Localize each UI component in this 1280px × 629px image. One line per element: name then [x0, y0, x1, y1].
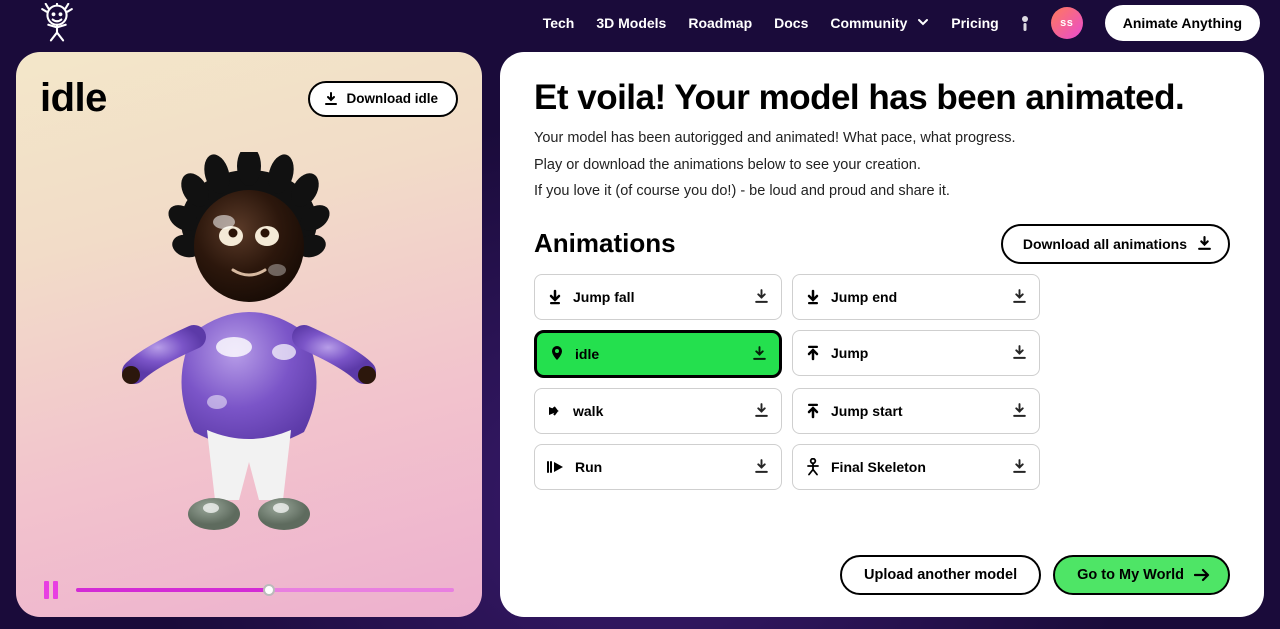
- preview-card: idle Download idle: [16, 52, 482, 617]
- animate-anything-button[interactable]: Animate Anything: [1105, 5, 1260, 41]
- animation-tile-label: Jump end: [831, 289, 1001, 305]
- animation-tile-jump[interactable]: Jump: [792, 330, 1040, 376]
- down-arrow-icon: [805, 289, 821, 305]
- download-icon[interactable]: [753, 459, 769, 475]
- animation-tile-label: Jump start: [831, 403, 1001, 419]
- download-icon[interactable]: [1011, 345, 1027, 361]
- right-arrow-icon: [547, 403, 563, 419]
- download-icon[interactable]: [753, 289, 769, 305]
- nav-link-pricing[interactable]: Pricing: [951, 15, 998, 31]
- animation-tile-label: Final Skeleton: [831, 459, 1001, 475]
- top-nav: Tech 3D Models Roadmap Docs Community Pr…: [0, 0, 1280, 46]
- avatar[interactable]: ss: [1051, 7, 1083, 39]
- preview-stage[interactable]: [16, 127, 482, 617]
- animation-tile-label: Jump: [831, 345, 1001, 361]
- download-all-button[interactable]: Download all animations: [1001, 224, 1230, 264]
- panel-footer: Upload another model Go to My World: [534, 555, 1230, 595]
- pause-button[interactable]: [44, 581, 60, 599]
- up-arrow-icon: [805, 403, 821, 419]
- download-current-label: Download idle: [346, 91, 438, 106]
- results-panel: Et voila! Your model has been animated. …: [500, 52, 1264, 617]
- download-icon[interactable]: [1011, 459, 1027, 475]
- animation-tile-label: idle: [575, 346, 741, 362]
- go-to-my-world-button[interactable]: Go to My World: [1053, 555, 1230, 595]
- download-icon[interactable]: [753, 403, 769, 419]
- animation-grid: Jump fall Jump end idle Jump walk Jump start R…: [534, 274, 1230, 490]
- download-icon[interactable]: [751, 346, 767, 362]
- mascot-icon: [24, 3, 90, 43]
- nav-link-community[interactable]: Community: [830, 15, 929, 31]
- nav-link-roadmap[interactable]: Roadmap: [688, 15, 752, 31]
- nav-links: Tech 3D Models Roadmap Docs Community Pr…: [543, 5, 1260, 41]
- nav-link-docs[interactable]: Docs: [774, 15, 808, 31]
- nav-link-tech[interactable]: Tech: [543, 15, 575, 31]
- animations-heading: Animations: [534, 228, 676, 259]
- animation-tile-jump-end[interactable]: Jump end: [792, 274, 1040, 320]
- animation-tile-jump-start[interactable]: Jump start: [792, 388, 1040, 434]
- animation-tile-skeleton[interactable]: Final Skeleton: [792, 444, 1040, 490]
- upload-another-button[interactable]: Upload another model: [840, 555, 1041, 595]
- arrow-right-icon: [1194, 568, 1210, 582]
- animation-tile-walk[interactable]: walk: [534, 388, 782, 434]
- download-icon[interactable]: [1011, 289, 1027, 305]
- chevron-down-icon: [917, 16, 929, 28]
- download-icon: [1197, 236, 1212, 251]
- up-arrow-icon: [805, 345, 821, 361]
- animation-tile-label: Run: [575, 459, 743, 475]
- nav-link-3dmodels[interactable]: 3D Models: [596, 15, 666, 31]
- download-icon: [324, 92, 338, 106]
- animation-tile-idle[interactable]: idle: [534, 330, 782, 378]
- notification-icon[interactable]: [1021, 15, 1029, 31]
- download-icon[interactable]: [1011, 403, 1027, 419]
- timeline-slider[interactable]: [76, 588, 454, 592]
- main: idle Download idle: [0, 46, 1280, 629]
- animation-tile-jump-fall[interactable]: Jump fall: [534, 274, 782, 320]
- animation-tile-run[interactable]: Run: [534, 444, 782, 490]
- pin-icon: [549, 345, 565, 363]
- player-bar: [16, 581, 482, 599]
- download-current-button[interactable]: Download idle: [308, 81, 458, 117]
- fast-right-icon: [547, 459, 565, 475]
- preview-title: idle: [40, 76, 107, 121]
- animation-tile-label: walk: [573, 403, 743, 419]
- panel-headline: Et voila! Your model has been animated.: [534, 78, 1230, 118]
- down-arrow-icon: [547, 289, 563, 305]
- character-preview: [99, 152, 399, 572]
- panel-body: Your model has been autorigged and anima…: [534, 126, 1230, 206]
- logo[interactable]: [24, 3, 90, 43]
- animation-tile-label: Jump fall: [573, 289, 743, 305]
- person-icon: [805, 458, 821, 476]
